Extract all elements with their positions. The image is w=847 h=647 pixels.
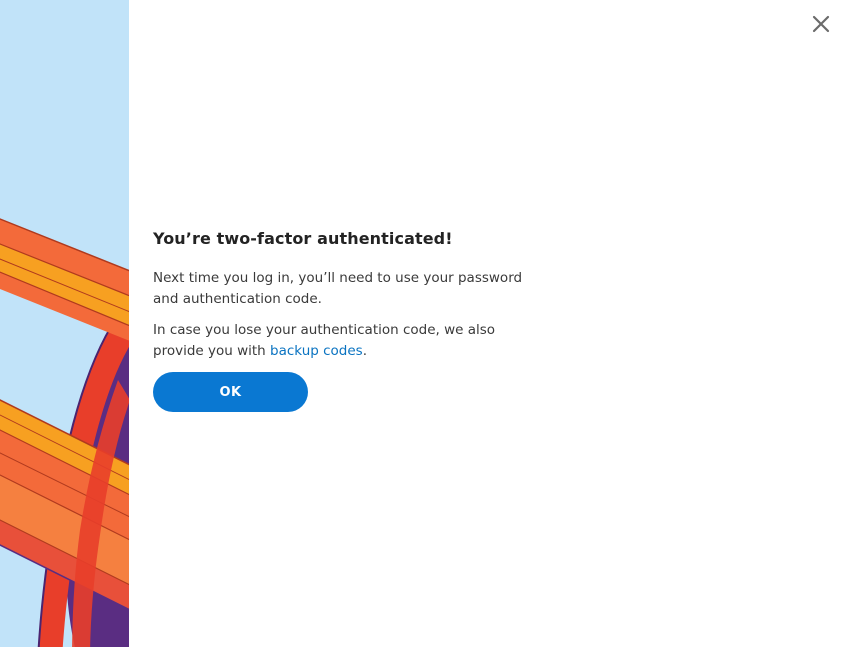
backup-codes-message: In case you lose your authentication cod… [153,320,548,362]
backup-codes-link[interactable]: backup codes [270,343,363,359]
ribbon-illustration [0,0,129,647]
dialog-title: You’re two-factor authenticated! [153,229,453,248]
decorative-art-panel [0,0,129,647]
ok-button[interactable]: OK [153,372,308,412]
next-login-message: Next time you log in, you’ll need to use… [153,270,523,307]
two-factor-success-dialog: You’re two-factor authenticated! Next ti… [0,0,847,647]
close-button[interactable] [807,10,835,38]
dialog-content: You’re two-factor authenticated! Next ti… [153,227,553,412]
close-icon [812,15,830,33]
backup-codes-message-suffix: . [362,343,368,359]
